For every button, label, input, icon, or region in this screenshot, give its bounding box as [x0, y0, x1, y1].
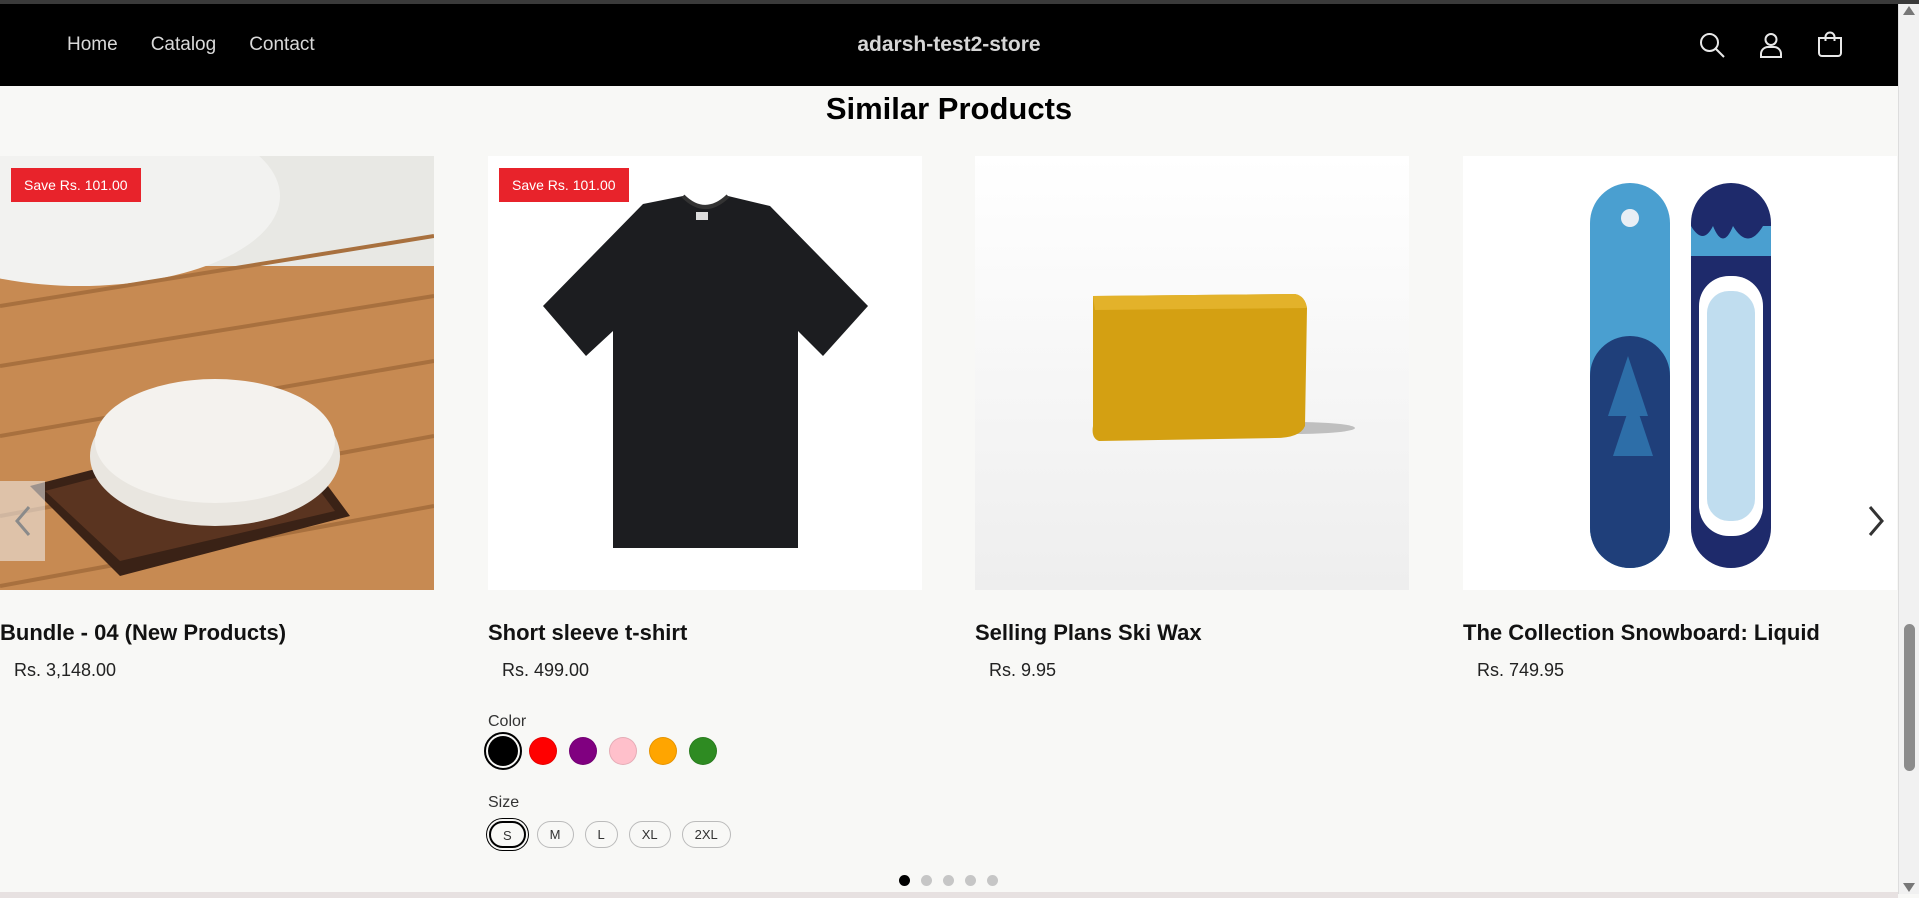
carousel-next-button[interactable]	[1853, 481, 1898, 561]
page-scrollbar[interactable]	[1898, 4, 1919, 894]
carousel-dot[interactable]	[965, 875, 976, 886]
soap-dish-image	[0, 156, 434, 590]
swatch-fill	[488, 736, 518, 766]
sale-badge: Save Rs. 101.00	[499, 168, 629, 202]
size-option-m[interactable]: M	[536, 821, 574, 848]
chevron-right-icon	[1868, 506, 1884, 536]
product-card[interactable]: Save Rs. 101.00 Bundle - 04 (New Product…	[0, 156, 434, 680]
color-swatch-orange[interactable]	[649, 737, 677, 765]
cart-icon[interactable]	[1814, 29, 1846, 61]
product-price: Rs. 9.95	[989, 660, 1057, 680]
product-image[interactable]: Save Rs. 101.00	[488, 156, 922, 590]
color-swatch-purple[interactable]	[569, 737, 597, 765]
product-image[interactable]	[1463, 156, 1897, 590]
color-option-label: Color	[488, 713, 527, 730]
carousel-prev-button[interactable]	[0, 481, 45, 561]
product-title[interactable]: The Collection Snowboard: Liquid	[1463, 620, 1820, 646]
product-title[interactable]: Short sleeve t-shirt	[488, 620, 687, 646]
scrollbar-thumb[interactable]	[1904, 624, 1915, 771]
color-swatch-green[interactable]	[689, 737, 717, 765]
carousel-dot[interactable]	[921, 875, 932, 886]
color-swatch-red[interactable]	[529, 737, 557, 765]
product-image[interactable]	[975, 156, 1409, 590]
product-title[interactable]: Selling Plans Ski Wax	[975, 620, 1202, 646]
size-option-xl[interactable]: XL	[628, 821, 671, 848]
scroll-up-arrow-icon[interactable]	[1903, 6, 1915, 15]
size-option-s[interactable]: S	[489, 821, 526, 848]
product-card[interactable]: Save Rs. 101.00 Short sleeve t-shirt Rs.…	[488, 156, 922, 680]
chevron-left-icon	[14, 506, 30, 536]
product-card[interactable]: Selling Plans Ski Wax Rs. 9.95	[975, 156, 1409, 680]
section-title: Similar Products	[825, 91, 1073, 126]
color-swatches	[484, 732, 717, 770]
product-price: Rs. 499.00	[502, 660, 590, 680]
size-option-2xl[interactable]: 2XL	[681, 821, 731, 848]
store-name[interactable]: adarsh-test2-store	[0, 4, 1898, 86]
t-shirt-image	[488, 156, 922, 590]
size-option-l[interactable]: L	[584, 821, 618, 848]
account-icon[interactable]	[1755, 29, 1787, 61]
window-bottom-strip	[0, 892, 1898, 898]
size-option-label: Size	[488, 794, 520, 811]
carousel-pagination	[899, 875, 998, 886]
snowboard-image	[1463, 156, 1897, 590]
header-icons	[1696, 4, 1846, 86]
carousel-dot[interactable]	[899, 875, 910, 886]
search-icon[interactable]	[1696, 29, 1728, 61]
scroll-down-arrow-icon[interactable]	[1903, 883, 1915, 892]
carousel-dot[interactable]	[987, 875, 998, 886]
sale-badge: Save Rs. 101.00	[11, 168, 141, 202]
product-image[interactable]: Save Rs. 101.00	[0, 156, 434, 590]
product-card[interactable]: The Collection Snowboard: Liquid Rs. 749…	[1463, 156, 1897, 680]
product-title[interactable]: Bundle - 04 (New Products)	[0, 620, 286, 646]
product-price: Rs. 3,148.00	[14, 660, 117, 680]
color-swatch-black[interactable]	[484, 732, 522, 770]
carousel-dot[interactable]	[943, 875, 954, 886]
site-header: Home Catalog Contact adarsh-test2-store	[0, 4, 1898, 86]
color-swatch-pink[interactable]	[609, 737, 637, 765]
product-price: Rs. 749.95	[1477, 660, 1565, 680]
size-options: S M L XL 2XL	[489, 821, 731, 848]
ski-wax-image	[975, 156, 1409, 590]
